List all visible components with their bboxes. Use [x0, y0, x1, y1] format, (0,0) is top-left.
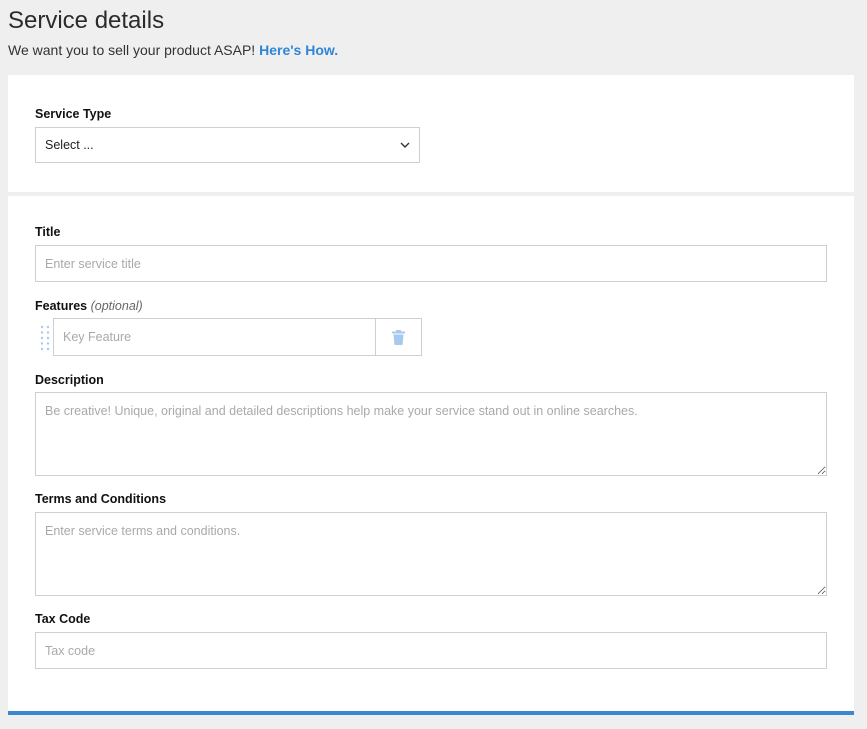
page-title: Service details: [8, 7, 165, 34]
title-label: Title: [35, 225, 61, 239]
subtitle-text: We want you to sell your product ASAP!: [8, 42, 260, 58]
description-label: Description: [35, 373, 104, 387]
trash-icon: [392, 330, 405, 345]
heres-how-link[interactable]: Here's How.: [259, 42, 338, 58]
features-label-text: Features: [35, 299, 88, 313]
features-optional-note: (optional): [90, 299, 143, 313]
service-details-card: Title Features (optional) Description Te…: [8, 196, 854, 712]
drag-handle-icon[interactable]: [39, 325, 51, 351]
tax-code-input[interactable]: [35, 632, 827, 669]
terms-textarea[interactable]: [35, 512, 827, 596]
key-feature-input[interactable]: [53, 318, 376, 356]
page-subtitle: We want you to sell your product ASAP! H…: [8, 41, 338, 59]
service-type-card: Service Type Select ...: [8, 75, 854, 192]
chevron-down-icon: [400, 142, 410, 148]
service-type-selected-value: Select ...: [45, 138, 94, 152]
features-label: Features (optional): [35, 298, 143, 314]
title-input[interactable]: [35, 245, 827, 282]
service-type-select[interactable]: Select ...: [35, 127, 420, 163]
terms-label: Terms and Conditions: [35, 492, 167, 506]
tax-code-label: Tax Code: [35, 612, 91, 626]
bottom-accent-bar: [8, 711, 854, 715]
delete-feature-button[interactable]: [375, 318, 422, 356]
service-type-label: Service Type: [35, 107, 112, 121]
description-textarea[interactable]: [35, 392, 827, 476]
